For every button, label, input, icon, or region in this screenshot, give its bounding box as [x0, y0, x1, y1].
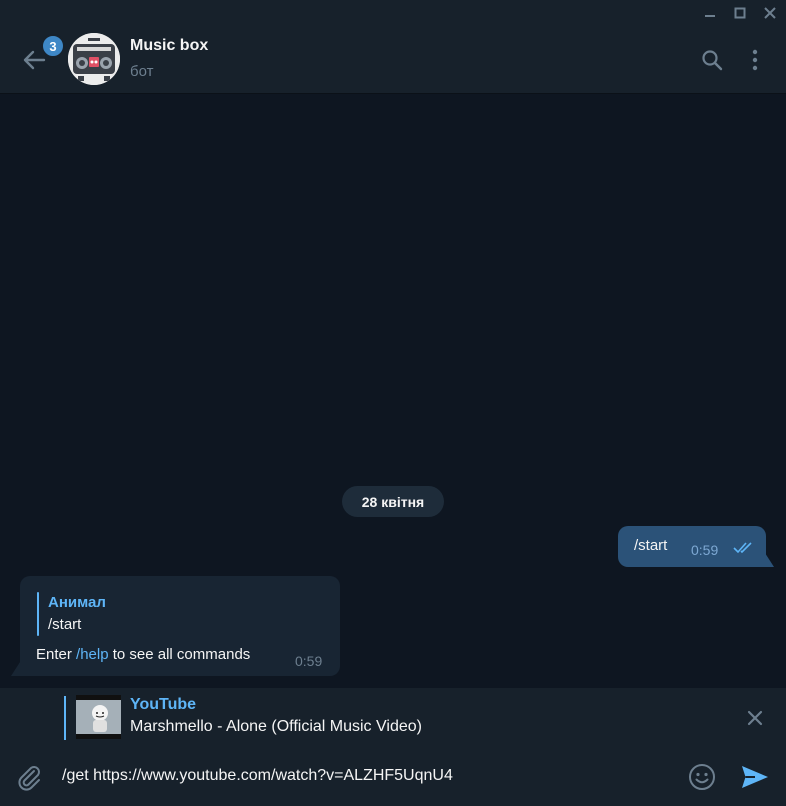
preview-title: Marshmello - Alone (Official Music Video…	[130, 718, 422, 735]
minimize-icon[interactable]	[700, 3, 720, 23]
close-preview-icon[interactable]	[744, 707, 766, 729]
chat-subtitle: бот	[130, 63, 154, 80]
unread-badge: 3	[41, 34, 65, 58]
reply-bar	[37, 592, 39, 636]
emoji-icon[interactable]	[687, 762, 717, 792]
outgoing-message[interactable]: /start 0:59	[618, 526, 766, 567]
message-time: 0:59	[295, 653, 323, 669]
date-separator: 28 квітня	[342, 486, 444, 517]
double-check-icon	[733, 542, 752, 554]
message-text-after: to see all commands	[108, 646, 251, 663]
message-text: /start	[634, 537, 668, 554]
incoming-message[interactable]: Анимал /start Enter /help to see all com…	[20, 576, 340, 676]
message-time: 0:59	[691, 542, 719, 558]
message-text: Enter /help to see all commands	[36, 646, 250, 663]
message-text-before: Enter	[36, 646, 77, 663]
window-titlebar	[0, 0, 786, 26]
chat-title[interactable]: Music box	[130, 37, 208, 55]
help-command-link[interactable]: /help	[76, 646, 109, 663]
search-icon[interactable]	[698, 46, 726, 74]
message-list[interactable]: 28 квітня /start 0:59 Анимал /start Ente…	[0, 94, 786, 688]
avatar[interactable]	[68, 33, 120, 85]
more-vertical-icon[interactable]	[741, 46, 769, 74]
reply-author[interactable]: Анимал	[48, 594, 106, 611]
boombox-icon	[68, 33, 120, 85]
chat-header: 3 Music box бот	[0, 26, 786, 94]
preview-bar	[64, 696, 66, 740]
link-preview[interactable]: YouTube Marshmello - Alone (Official Mus…	[0, 688, 786, 748]
maximize-icon[interactable]	[730, 3, 750, 23]
incoming-bubble-tail	[11, 662, 20, 676]
message-composer	[0, 748, 786, 806]
message-input[interactable]	[62, 764, 672, 788]
send-icon[interactable]	[739, 762, 771, 792]
outgoing-bubble-tail	[765, 553, 774, 567]
reply-text: /start	[48, 616, 82, 633]
close-window-icon[interactable]	[760, 3, 780, 23]
paperclip-icon[interactable]	[14, 762, 44, 792]
preview-thumbnail	[76, 695, 121, 739]
preview-site: YouTube	[130, 696, 197, 713]
